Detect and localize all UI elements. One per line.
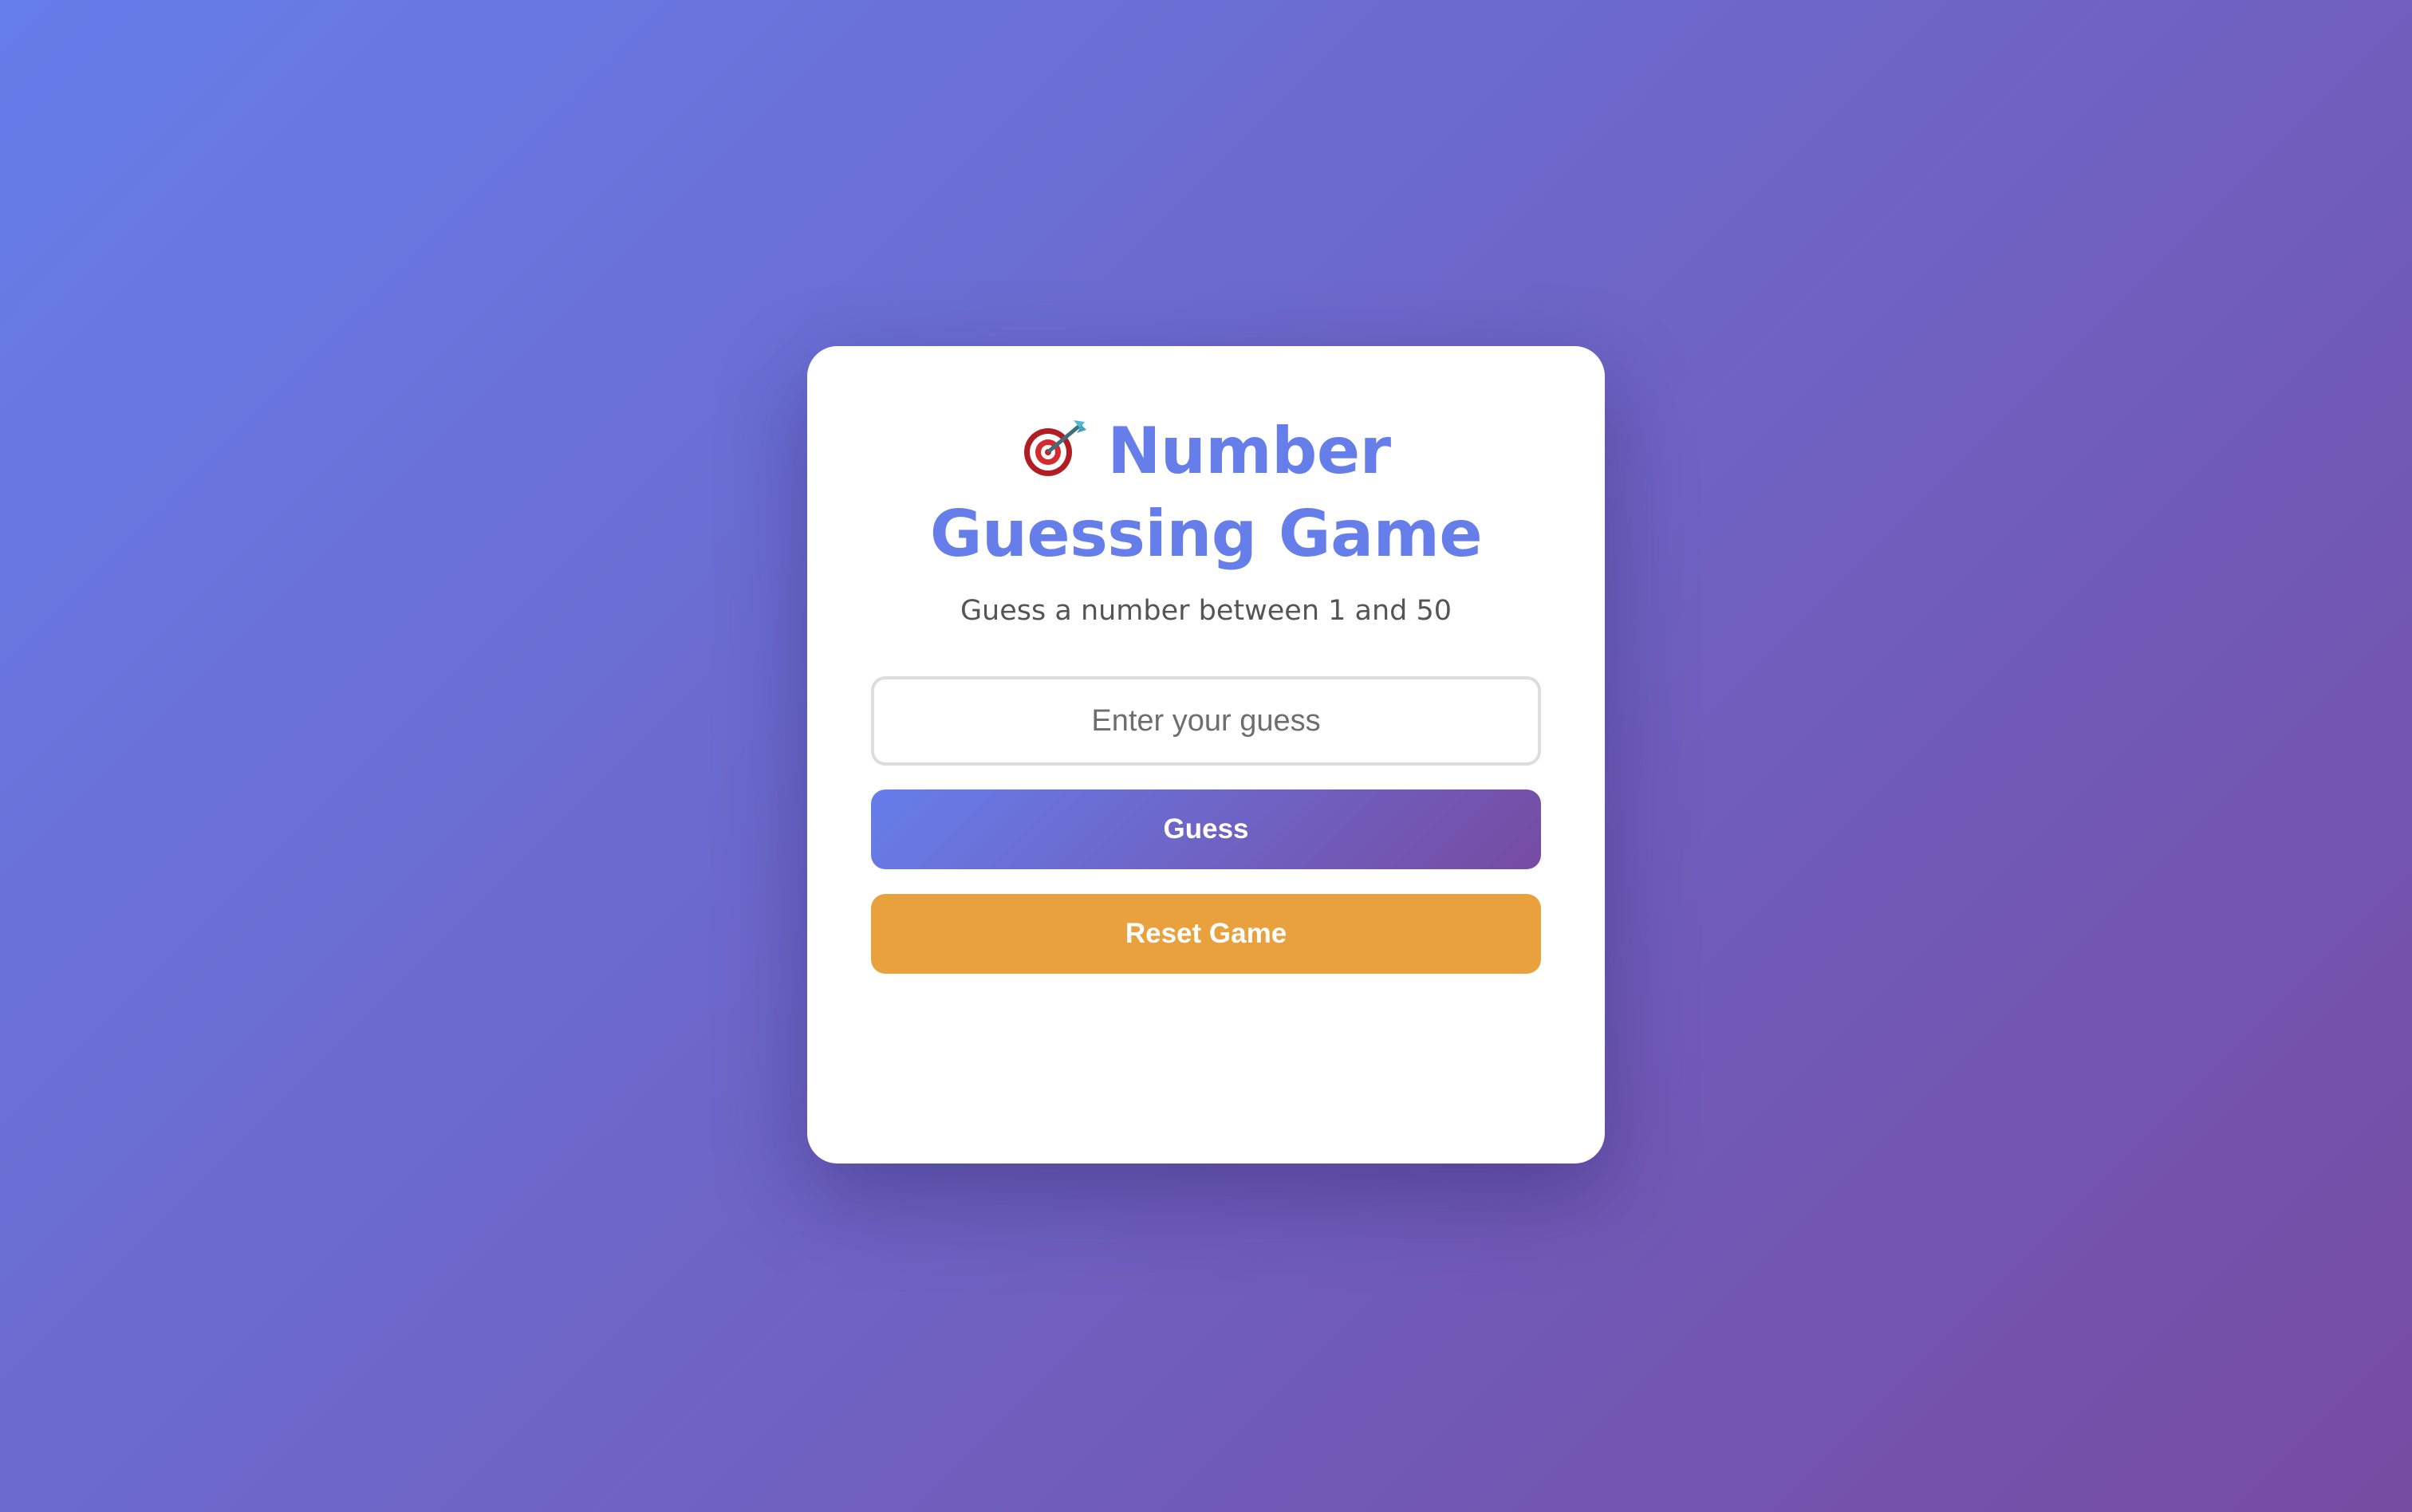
subtitle: Guess a number between 1 and 50 bbox=[960, 595, 1452, 627]
page-title: Number Guessing Game bbox=[871, 410, 1541, 576]
game-card: Number Guessing Game Guess a number betw… bbox=[807, 346, 1605, 1164]
guess-button[interactable]: Guess bbox=[871, 789, 1541, 869]
target-icon bbox=[1021, 415, 1090, 476]
guess-input[interactable] bbox=[871, 676, 1541, 766]
reset-game-button[interactable]: Reset Game bbox=[871, 894, 1541, 974]
title-text: Number Guessing Game bbox=[929, 414, 1483, 571]
